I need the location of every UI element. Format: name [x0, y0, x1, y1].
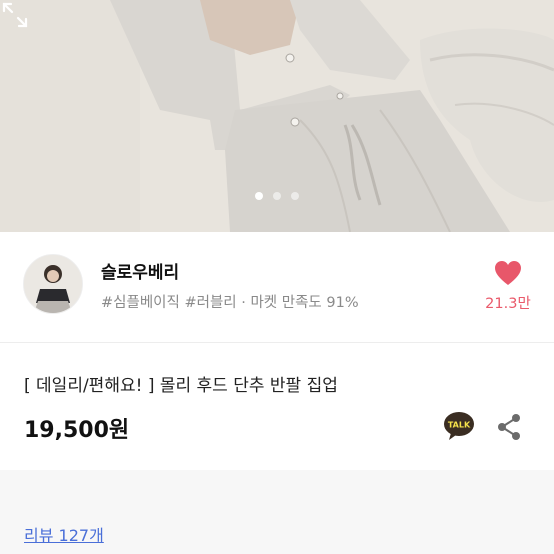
seller-info[interactable]: 슬로우베리 #심플베이직 #러블리 · 마켓 만족도 91% 21.3만: [0, 232, 554, 342]
kakao-talk-icon[interactable]: TALK: [443, 411, 475, 441]
avatar-image: [24, 255, 82, 313]
carousel-indicator: [0, 192, 554, 200]
heart-icon[interactable]: [494, 260, 522, 286]
product-price: 19,500원: [24, 418, 130, 443]
carousel-dot[interactable]: [273, 192, 281, 200]
reviews-link[interactable]: 리뷰 127개: [24, 522, 104, 546]
seller-name[interactable]: 슬로우베리: [101, 258, 179, 283]
carousel-dot-active[interactable]: [255, 192, 263, 200]
svg-text:TALK: TALK: [448, 421, 471, 430]
product-image[interactable]: [0, 0, 554, 232]
expand-icon[interactable]: [0, 0, 30, 30]
section-divider: [0, 342, 554, 343]
carousel-dot[interactable]: [291, 192, 299, 200]
seller-avatar[interactable]: [23, 254, 83, 314]
seller-tags: #심플베이직 #러블리 · 마켓 만족도 91%: [101, 295, 359, 311]
reviews-section: 리뷰 127개: [0, 470, 554, 554]
like-count: 21.3만: [485, 296, 531, 312]
product-title: [ 데일리/편해요! ] 몰리 후드 단추 반팔 집업: [24, 376, 338, 396]
share-icon[interactable]: [496, 413, 522, 441]
